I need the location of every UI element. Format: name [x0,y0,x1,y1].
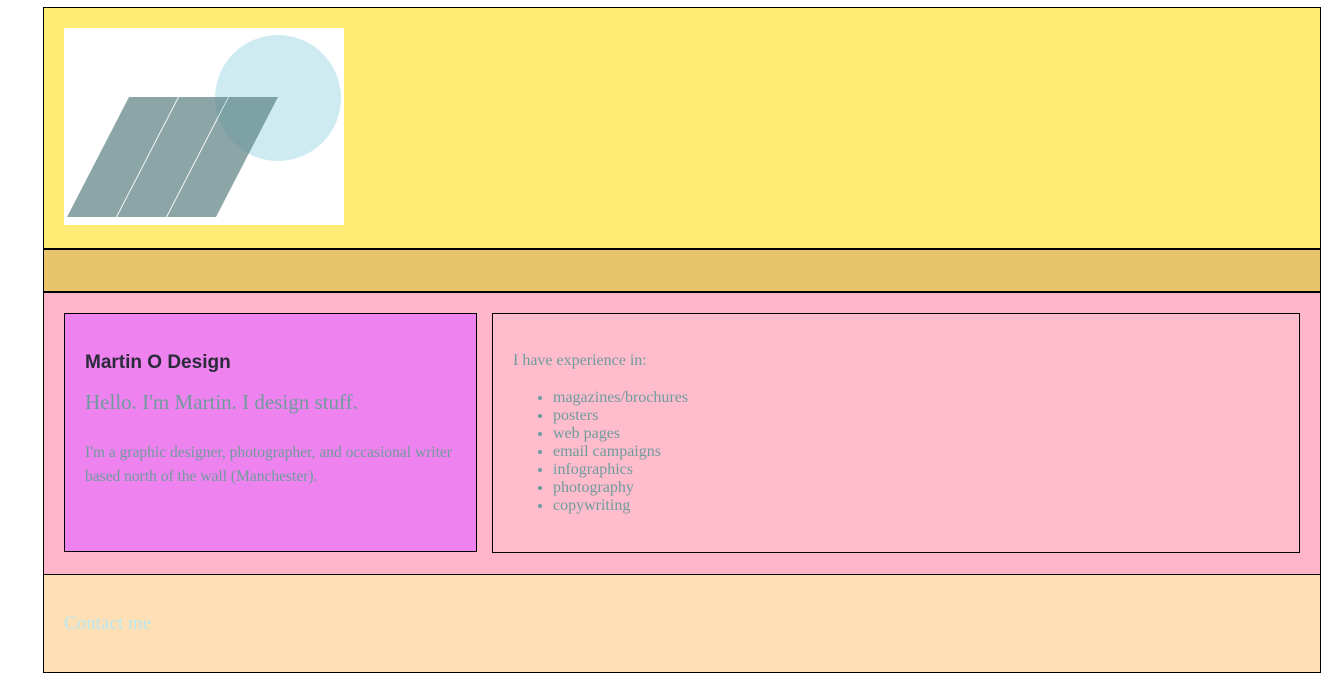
list-item: email campaigns [553,443,1279,461]
list-item: posters [553,407,1279,425]
list-item: infographics [553,461,1279,479]
contact-link[interactable]: Contact me [64,613,151,635]
stripes-and-circle-logo-icon [67,35,341,217]
nav-bar [44,250,1320,293]
site-header [44,8,1320,250]
logo[interactable] [64,28,344,225]
list-item: photography [553,479,1279,497]
experience-box: I have experience in: magazines/brochure… [492,313,1300,553]
intro-box: Martin O Design Hello. I'm Martin. I des… [64,313,477,552]
list-item: magazines/brochures [553,389,1279,407]
list-item: web pages [553,425,1279,443]
page-container: Martin O Design Hello. I'm Martin. I des… [43,7,1321,673]
experience-heading: I have experience in: [513,352,647,369]
site-footer: Contact me [44,575,1320,672]
main-section: Martin O Design Hello. I'm Martin. I des… [44,293,1320,575]
experience-list: magazines/brochures posters web pages em… [513,389,1279,515]
bio-text: I'm a graphic designer, photographer, an… [85,444,452,485]
hello-heading: Hello. I'm Martin. I design stuff. [85,390,358,414]
list-item: copywriting [553,497,1279,515]
site-title: Martin O Design [85,352,231,373]
